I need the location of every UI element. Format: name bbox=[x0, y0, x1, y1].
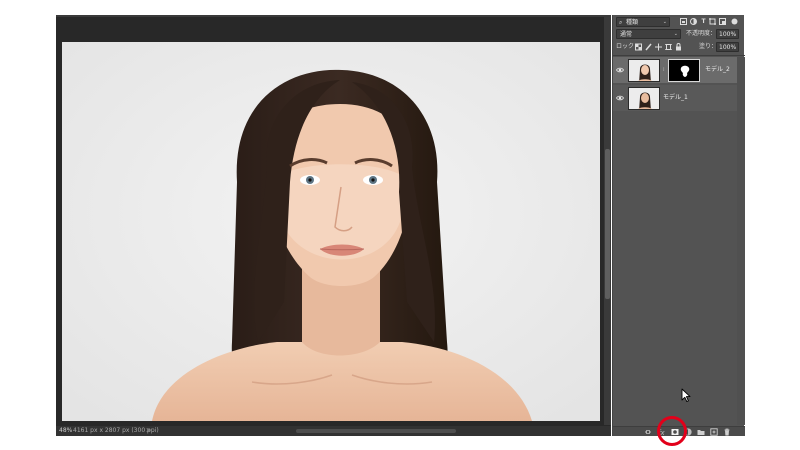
smart-object-filter-icon[interactable] bbox=[719, 18, 726, 25]
eye-icon[interactable] bbox=[616, 66, 624, 74]
layer-thumbnail bbox=[628, 59, 660, 82]
layer-mask-thumbnail[interactable] bbox=[668, 59, 700, 82]
blend-mode-dropdown[interactable]: 通常 ⌄ bbox=[616, 29, 681, 39]
layers-panel: ⌕ 種類 ⌄ T 通常 ⌄ 不透明度： 100% ロック： 塗り： 100% ⁞… bbox=[612, 15, 745, 436]
lock-artboard-icon[interactable] bbox=[665, 43, 672, 51]
layer-kind-filter[interactable]: ⌕ 種類 ⌄ bbox=[616, 17, 670, 27]
chevron-down-icon: ⌄ bbox=[673, 31, 678, 37]
link-layers-icon[interactable] bbox=[644, 428, 652, 436]
opacity-field[interactable]: 100% bbox=[716, 29, 739, 39]
document-tab-strip bbox=[56, 15, 611, 17]
portrait-thumbnail bbox=[629, 60, 659, 81]
mask-link-icon[interactable]: ⁞ bbox=[663, 66, 666, 74]
portrait-image bbox=[62, 42, 600, 421]
layer-row-model-1[interactable]: モデル_1 bbox=[613, 85, 737, 111]
lock-fill-row: ロック： 塗り： 100% bbox=[613, 42, 745, 53]
blend-mode-value: 通常 bbox=[620, 31, 633, 38]
lock-transparent-icon[interactable] bbox=[635, 43, 642, 51]
lock-all-icon[interactable] bbox=[675, 43, 682, 51]
type-filter-icon[interactable]: T bbox=[700, 18, 707, 25]
image-canvas[interactable] bbox=[62, 42, 600, 421]
filter-search-icon: ⌕ bbox=[619, 19, 623, 26]
mask-shape bbox=[669, 60, 699, 81]
portrait-thumbnail bbox=[629, 88, 659, 109]
document-window: 48% 4161 px x 2807 px (300 ppi) > bbox=[56, 15, 611, 436]
panel-divider bbox=[613, 55, 745, 56]
pixel-filter-icon[interactable] bbox=[680, 18, 687, 25]
status-bar: 48% 4161 px x 2807 px (300 ppi) > bbox=[56, 426, 611, 436]
trash-icon[interactable] bbox=[723, 428, 731, 436]
adjustment-filter-icon[interactable] bbox=[690, 18, 697, 25]
status-menu-arrow[interactable]: > bbox=[146, 426, 151, 436]
horizontal-scroll-thumb[interactable] bbox=[296, 429, 456, 433]
shape-filter-icon[interactable] bbox=[709, 18, 716, 25]
opacity-value: 100% bbox=[719, 31, 737, 38]
mouse-cursor-icon bbox=[681, 388, 691, 402]
vertical-scrollbar[interactable] bbox=[604, 17, 611, 425]
fill-field[interactable]: 100% bbox=[716, 42, 739, 52]
layer-name[interactable]: モデル_1 bbox=[663, 85, 688, 111]
new-layer-icon[interactable] bbox=[710, 428, 718, 436]
fill-value: 100% bbox=[719, 44, 737, 51]
screenshot: 48% 4161 px x 2807 px (300 ppi) > ⌕ 種類 ⌄… bbox=[0, 0, 800, 450]
vertical-scroll-thumb[interactable] bbox=[605, 149, 610, 299]
lock-position-icon[interactable] bbox=[655, 43, 662, 51]
filter-label: 種類 bbox=[626, 19, 639, 26]
layer-filter-row: ⌕ 種類 ⌄ T bbox=[613, 17, 745, 28]
highlight-annotation bbox=[657, 416, 687, 446]
layer-row-model-2[interactable]: ⁞ モデル_2 bbox=[613, 57, 737, 83]
layer-name[interactable]: モデル_2 bbox=[705, 57, 730, 83]
filter-toggle-icon[interactable] bbox=[731, 18, 738, 25]
opacity-label: 不透明度： bbox=[686, 30, 717, 37]
zoom-readout[interactable]: 48% bbox=[59, 426, 72, 436]
eye-icon[interactable] bbox=[616, 94, 624, 102]
blend-opacity-row: 通常 ⌄ 不透明度： 100% bbox=[613, 29, 745, 40]
layer-thumbnail bbox=[628, 87, 660, 110]
fill-label: 塗り： bbox=[699, 43, 718, 50]
chevron-down-icon: ⌄ bbox=[662, 19, 667, 25]
lock-image-pixels-icon[interactable] bbox=[645, 43, 652, 51]
layers-scrollbar[interactable] bbox=[737, 57, 745, 425]
folder-icon[interactable] bbox=[697, 428, 705, 436]
